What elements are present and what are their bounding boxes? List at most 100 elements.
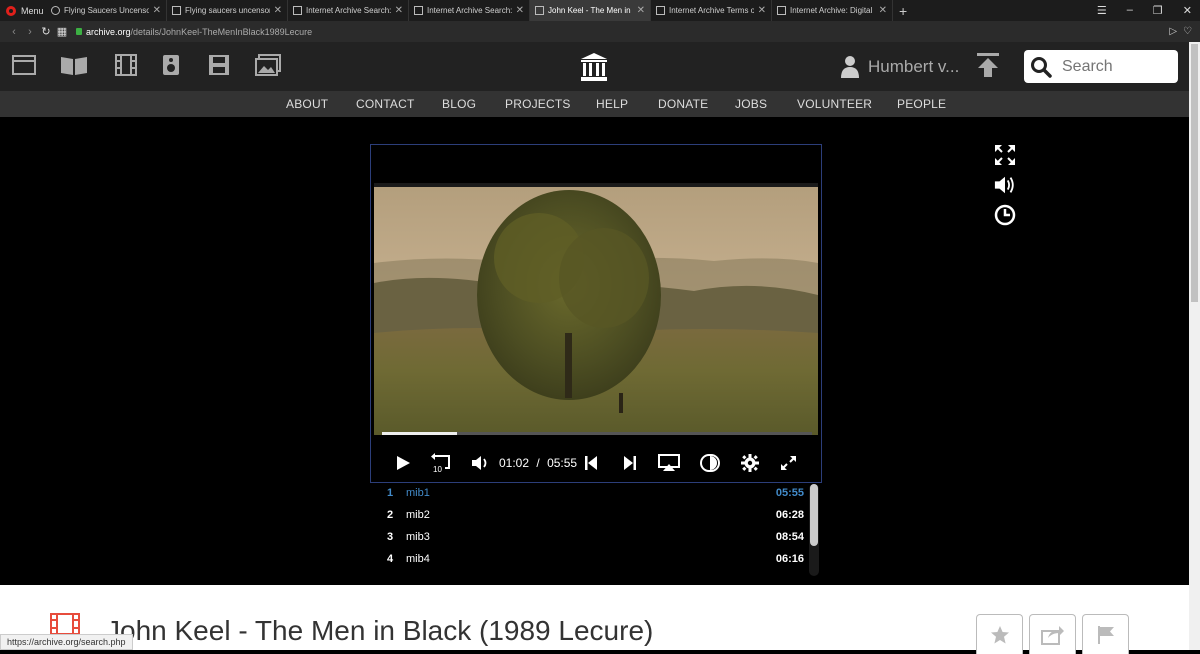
url-field[interactable]: archive.org/details/JohnKeel-TheMenInBla… xyxy=(76,27,312,37)
video-player[interactable]: 10 01:02 / 05:55 xyxy=(370,144,822,483)
search-icon[interactable] xyxy=(1030,56,1052,78)
page-scrollbar[interactable] xyxy=(1189,42,1200,650)
address-bar-actions: ▷ ♡ xyxy=(1169,26,1200,37)
archive-favicon-icon xyxy=(656,6,665,15)
window-controls: ☰ – ❐ ✕ xyxy=(1097,4,1200,17)
nav-link-blog[interactable]: BLOG xyxy=(442,97,476,111)
player-controls: 10 01:02 / 05:55 xyxy=(371,445,821,479)
restore-icon[interactable]: ❐ xyxy=(1153,4,1163,17)
tab-title: Internet Archive Search: c xyxy=(427,6,512,15)
favorite-button[interactable] xyxy=(976,614,1023,654)
speed-dial-icon[interactable]: ▦ xyxy=(54,25,70,38)
item-title: John Keel - The Men in Black (1989 Lecur… xyxy=(106,615,654,646)
browser-tab[interactable]: Internet Archive: Digital Lib ✕ xyxy=(772,0,893,21)
close-tab-icon[interactable]: ✕ xyxy=(516,5,524,16)
expand-theatre-icon[interactable] xyxy=(994,144,1016,166)
captions-icon[interactable] xyxy=(700,454,720,472)
browser-tab[interactable]: Internet Archive Search: c ✕ xyxy=(288,0,409,21)
total-time: 05:55 xyxy=(547,456,578,470)
close-tab-icon[interactable]: ✕ xyxy=(274,5,282,16)
back-icon[interactable]: ‹ xyxy=(6,26,22,38)
playlist-item[interactable]: 2 mib2 06:28 xyxy=(370,504,808,526)
time-separator: / xyxy=(536,456,540,470)
previous-track-icon[interactable] xyxy=(584,455,598,471)
playlist-item-name: mib2 xyxy=(406,509,430,521)
archive-favicon-icon xyxy=(414,6,423,15)
search-input[interactable] xyxy=(1062,57,1172,76)
fullscreen-icon[interactable] xyxy=(780,455,797,471)
address-bar: ‹ › ↻ ▦ archive.org/details/JohnKeel-The… xyxy=(0,21,1200,42)
playlist-item[interactable]: 1 mib1 05:55 xyxy=(370,482,808,504)
play-icon[interactable] xyxy=(395,455,411,471)
nav-link-donate[interactable]: DONATE xyxy=(658,97,708,111)
close-tab-icon[interactable]: ✕ xyxy=(637,5,645,16)
playlist-scrollbar-thumb[interactable] xyxy=(810,484,818,546)
rewind-10-icon[interactable]: 10 xyxy=(431,453,453,473)
web-icon[interactable] xyxy=(12,54,36,76)
airplay-icon[interactable] xyxy=(658,454,680,472)
nav-link-people[interactable]: PEOPLE xyxy=(897,97,946,111)
browser-tab-active[interactable]: John Keel - The Men in Bl ✕ xyxy=(530,0,651,21)
nav-link-projects[interactable]: PROJECTS xyxy=(505,97,571,111)
current-time: 01:02 xyxy=(499,456,530,470)
texts-icon[interactable] xyxy=(60,54,88,76)
close-window-icon[interactable]: ✕ xyxy=(1183,4,1192,17)
settings-gear-icon[interactable] xyxy=(741,454,759,472)
search-box[interactable] xyxy=(1024,50,1178,83)
tab-title: Internet Archive Search: c xyxy=(306,6,391,15)
new-tab-icon[interactable]: + xyxy=(893,3,913,19)
archive-sub-nav: ABOUT CONTACT BLOG PROJECTS HELP DONATE … xyxy=(0,91,1200,117)
volume-icon[interactable] xyxy=(471,455,489,471)
software-icon[interactable] xyxy=(208,54,230,76)
next-track-icon[interactable] xyxy=(623,455,637,471)
nav-link-about[interactable]: ABOUT xyxy=(286,97,328,111)
close-tab-icon[interactable]: ✕ xyxy=(395,5,403,16)
progress-bar[interactable] xyxy=(382,432,812,435)
video-icon[interactable] xyxy=(114,54,138,76)
tab-title: Flying Saucers Uncensored xyxy=(64,6,149,15)
nav-link-contact[interactable]: CONTACT xyxy=(356,97,415,111)
upload-icon[interactable] xyxy=(975,52,1001,78)
flag-button[interactable] xyxy=(1082,614,1129,654)
images-icon[interactable] xyxy=(255,54,281,76)
browser-menu-button[interactable]: Menu xyxy=(0,0,46,21)
nav-link-help[interactable]: HELP xyxy=(596,97,628,111)
archive-favicon-icon xyxy=(172,6,181,15)
nav-link-volunteer[interactable]: VOLUNTEER xyxy=(797,97,872,111)
tab-menu-icon[interactable]: ☰ xyxy=(1097,4,1107,17)
playlist-item[interactable]: 3 mib3 08:54 xyxy=(370,526,808,548)
browser-tab[interactable]: Flying Saucers Uncensored ✕ xyxy=(46,0,167,21)
share-button[interactable] xyxy=(1029,614,1076,654)
playlist-item-number: 2 xyxy=(387,509,394,521)
internet-archive-logo[interactable] xyxy=(580,52,608,82)
tab-title: Flying saucers uncensored xyxy=(185,6,270,15)
page-scrollbar-thumb[interactable] xyxy=(1191,44,1198,302)
close-tab-icon[interactable]: ✕ xyxy=(879,5,887,16)
audio-icon[interactable] xyxy=(162,54,180,76)
forward-icon[interactable]: › xyxy=(22,26,38,38)
google-favicon-icon xyxy=(51,6,60,15)
playlist-item[interactable]: 4 mib4 06:16 xyxy=(370,548,808,570)
user-name: Humbert v... xyxy=(868,57,960,76)
send-icon[interactable]: ▷ xyxy=(1169,26,1177,37)
clock-icon[interactable] xyxy=(994,204,1016,226)
reload-icon[interactable]: ↻ xyxy=(38,25,54,38)
heart-icon[interactable]: ♡ xyxy=(1183,26,1192,37)
playlist-item-number: 1 xyxy=(387,487,394,499)
minimize-icon[interactable]: – xyxy=(1127,4,1133,17)
video-frame[interactable] xyxy=(374,183,818,435)
tab-title: Internet Archive: Digital Lib xyxy=(790,6,875,15)
nav-link-jobs[interactable]: JOBS xyxy=(735,97,767,111)
user-menu[interactable]: Humbert v... xyxy=(840,55,959,79)
opera-logo-icon xyxy=(6,5,16,16)
playlist-item-number: 4 xyxy=(387,553,394,565)
playlist-scrollbar[interactable] xyxy=(809,484,819,576)
browser-tab[interactable]: Internet Archive Search: c ✕ xyxy=(409,0,530,21)
browser-tab[interactable]: Flying saucers uncensored ✕ xyxy=(167,0,288,21)
sound-icon[interactable] xyxy=(994,174,1016,196)
playlist-item-name: mib3 xyxy=(406,531,430,543)
close-tab-icon[interactable]: ✕ xyxy=(153,5,161,16)
flag-icon xyxy=(1097,625,1114,644)
close-tab-icon[interactable]: ✕ xyxy=(758,5,766,16)
browser-tab[interactable]: Internet Archive Terms of U ✕ xyxy=(651,0,772,21)
